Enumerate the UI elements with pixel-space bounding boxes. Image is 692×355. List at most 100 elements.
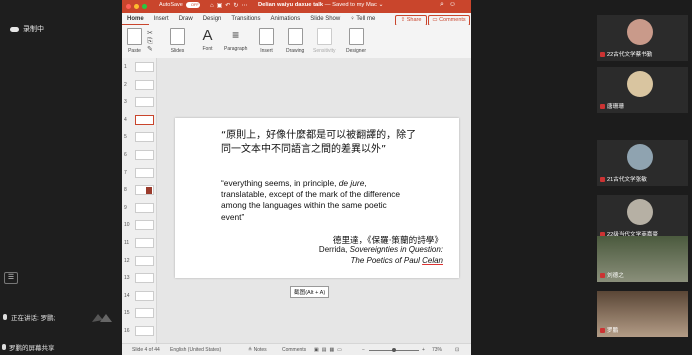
avatar bbox=[627, 19, 653, 45]
tab-5[interactable]: Transitions bbox=[226, 13, 265, 25]
clipboard-icons[interactable]: ✂ ⎘ ✎ bbox=[147, 30, 153, 54]
slide-thumbnail[interactable] bbox=[135, 273, 154, 284]
tab-8[interactable]: ♀ Tell me bbox=[345, 13, 380, 25]
current-slide[interactable]: “原則上，好像什麼都是可以被翻譯的，除了同一文本中不同語言之間的差異以外” “e… bbox=[175, 118, 459, 278]
mic-icon bbox=[3, 314, 7, 320]
muted-mic-icon bbox=[600, 103, 605, 109]
designer-button[interactable]: Designer bbox=[346, 28, 366, 54]
participant-tile[interactable]: 刘德之 bbox=[597, 236, 688, 282]
speaking-label: 正在讲话: 罗鹏; bbox=[11, 315, 56, 322]
participant-name: 22古代文学蔡书勤 bbox=[607, 52, 653, 58]
paste-button[interactable]: Paste bbox=[127, 28, 142, 54]
slide-thumbnail-number: 5 bbox=[124, 134, 127, 141]
comments-status-button[interactable]: Comments bbox=[282, 347, 306, 353]
slide-thumbnail-number: 9 bbox=[124, 204, 127, 211]
recording-label: 录制中 bbox=[23, 26, 44, 33]
slide-thumbnail-number: 6 bbox=[124, 152, 127, 158]
participant-name-tag: 刘德之 bbox=[600, 271, 624, 279]
slide-thumbnail[interactable] bbox=[135, 290, 154, 301]
participant-tile[interactable]: 唐珊珊 bbox=[597, 67, 688, 113]
zoom-level[interactable]: 73% bbox=[432, 347, 442, 353]
drawing-label: Drawing bbox=[286, 48, 305, 54]
english-quote: “everything seems, in principle, de jure… bbox=[221, 178, 411, 223]
sensitivity-icon bbox=[316, 28, 332, 45]
slide-thumbnail[interactable] bbox=[135, 79, 154, 90]
slide-thumbnail[interactable] bbox=[135, 255, 154, 266]
paragraph-button[interactable]: ≡ Paragraph bbox=[224, 28, 247, 52]
tab-2[interactable]: Insert bbox=[149, 13, 174, 25]
title-right-icons[interactable]: ⌕☺ bbox=[440, 1, 461, 9]
list-icon[interactable]: ☰ bbox=[4, 272, 18, 284]
slide-thumbnail-number: 12 bbox=[124, 257, 130, 264]
quick-access-toolbar[interactable]: ⌂▣↶↻⋯ bbox=[210, 2, 250, 9]
zoom-out-button[interactable]: − bbox=[362, 347, 365, 353]
participant-name-tag: 22古代文学蔡书勤 bbox=[600, 50, 652, 58]
meeting-left-panel bbox=[0, 0, 122, 355]
participant-tile[interactable]: 21古代文学张敏 bbox=[597, 140, 688, 186]
participant-tile[interactable]: 22古代文学蔡书勤 bbox=[597, 15, 688, 61]
insert-icon bbox=[259, 28, 274, 45]
view-buttons[interactable]: ▣▤▦▭ bbox=[314, 347, 345, 353]
document-title: Delian waiyu daxue talk — Saved to my Ma… bbox=[258, 2, 383, 8]
tab-3[interactable]: Draw bbox=[174, 13, 198, 25]
speaking-indicator: 正在讲话: 罗鹏; bbox=[3, 312, 55, 322]
english-quote-part: “everything seems, in principle, bbox=[221, 178, 339, 188]
avatar bbox=[627, 71, 653, 97]
slide-thumbnail-number: 10 bbox=[124, 222, 130, 229]
participant-tile[interactable]: 22级当代文学商嘉豪 bbox=[597, 195, 688, 241]
slide-thumbnail-number: 8 bbox=[124, 187, 127, 194]
tab-4[interactable]: Design bbox=[198, 13, 227, 25]
participant-tile[interactable]: 罗鹏 bbox=[597, 291, 688, 337]
insert-button[interactable]: Insert bbox=[259, 28, 274, 54]
slide-thumbnail[interactable] bbox=[135, 150, 154, 160]
slide-thumbnail[interactable] bbox=[135, 114, 154, 125]
cloud-icon bbox=[10, 26, 19, 32]
slide-editing-canvas[interactable]: “原則上，好像什麼都是可以被翻譯的，除了同一文本中不同語言之間的差異以外” “e… bbox=[157, 58, 471, 343]
notes-button[interactable]: ≜ Notes bbox=[248, 347, 267, 353]
slide-thumbnail-number: 11 bbox=[124, 240, 130, 246]
slide-thumbnail-number: 2 bbox=[124, 81, 127, 88]
slide-thumbnail[interactable] bbox=[135, 308, 154, 319]
autosave-toggle[interactable]: AutoSave OFF bbox=[159, 2, 200, 8]
designer-label: Designer bbox=[346, 48, 367, 54]
slide-thumbnail[interactable] bbox=[135, 202, 154, 213]
drawing-button[interactable]: Drawing bbox=[286, 28, 304, 54]
font-button[interactable]: A Font bbox=[201, 28, 214, 52]
slides-button[interactable]: Slides bbox=[170, 28, 185, 54]
app-logo-icon bbox=[92, 314, 112, 322]
paragraph-label: Paragraph bbox=[224, 46, 248, 52]
source-title-line2: The Poetics of Paul bbox=[350, 256, 423, 265]
participants-panel: 22古代文学蔡书勤唐珊珊 21古代文学张敏 22级当代文学商嘉豪刘德之罗鹏 bbox=[592, 0, 692, 355]
slide-thumbnail[interactable] bbox=[135, 62, 154, 72]
tab-6[interactable]: Animations bbox=[266, 13, 306, 25]
tab-7[interactable]: Slide Show bbox=[305, 13, 345, 25]
source-title: The Poetics of Paul Celan bbox=[273, 256, 444, 265]
chinese-quote: “原則上，好像什麼都是可以被翻譯的，除了同一文本中不同語言之間的差異以外” bbox=[221, 130, 417, 155]
english-quote-italic: de jure bbox=[338, 178, 365, 188]
sensitivity-button[interactable]: Sensitivity bbox=[313, 28, 336, 54]
zoom-window-button[interactable] bbox=[142, 4, 147, 9]
tab-1[interactable]: Home bbox=[122, 13, 149, 25]
language-indicator[interactable]: English (United States) bbox=[170, 347, 221, 353]
mic-icon bbox=[2, 344, 6, 350]
slide-thumbnail[interactable] bbox=[135, 238, 154, 248]
zoom-in-button[interactable]: + bbox=[422, 347, 425, 353]
paragraph-icon: ≡ bbox=[232, 28, 240, 42]
autosave-label: AutoSave bbox=[159, 2, 183, 8]
screen-share-indicator[interactable]: 罗鹏的屏幕共享 bbox=[2, 342, 55, 352]
participant-name: 刘德之 bbox=[607, 273, 624, 279]
slide-thumbnail[interactable] bbox=[135, 97, 154, 108]
source-title-underlined: Celan bbox=[422, 256, 443, 265]
drawing-icon bbox=[287, 28, 303, 45]
slide-thumbnail[interactable] bbox=[135, 220, 154, 231]
slide-thumbnail[interactable] bbox=[135, 167, 154, 178]
slide-thumbnail[interactable] bbox=[135, 132, 154, 143]
muted-mic-icon bbox=[600, 176, 605, 182]
close-window-button[interactable] bbox=[126, 4, 131, 9]
zoom-slider-knob[interactable] bbox=[392, 348, 396, 352]
slide-thumbnail[interactable] bbox=[135, 185, 154, 196]
slide-thumbnail[interactable] bbox=[135, 326, 154, 336]
fit-slide-icon[interactable]: ⊡ bbox=[455, 347, 459, 353]
designer-icon bbox=[348, 28, 364, 45]
minimize-window-button[interactable] bbox=[134, 4, 139, 9]
